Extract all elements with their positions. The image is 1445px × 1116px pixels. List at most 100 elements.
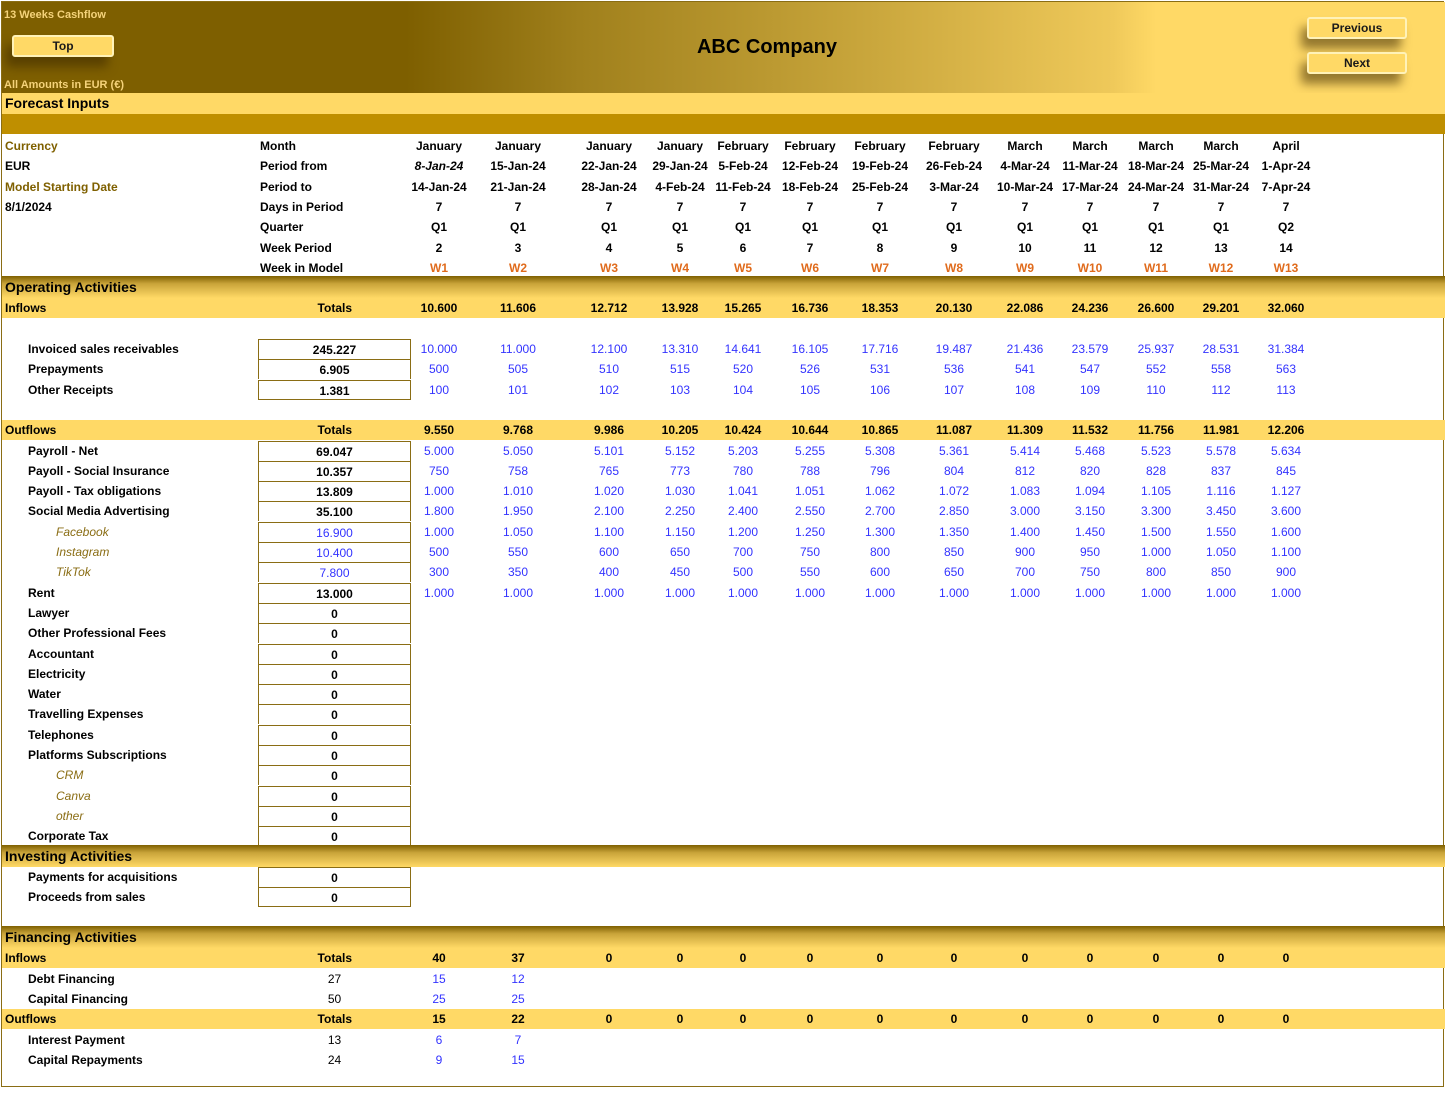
- input-value[interactable]: 800: [850, 542, 910, 562]
- input-value[interactable]: 9: [409, 1050, 469, 1070]
- input-value[interactable]: 5.203: [713, 441, 773, 461]
- input-value[interactable]: 1.450: [1060, 522, 1120, 542]
- input-value[interactable]: 1.950: [488, 501, 548, 521]
- input-value[interactable]: 2.550: [780, 501, 840, 521]
- input-value[interactable]: 1.350: [924, 522, 984, 542]
- input-value[interactable]: 1.000: [650, 583, 710, 603]
- input-value[interactable]: 526: [780, 359, 840, 379]
- input-value[interactable]: 796: [850, 461, 910, 481]
- input-value[interactable]: 107: [924, 380, 984, 400]
- input-value[interactable]: 400: [579, 562, 639, 582]
- input-value[interactable]: 5.101: [579, 441, 639, 461]
- input-value[interactable]: 7: [488, 1030, 548, 1050]
- input-value[interactable]: 5.255: [780, 441, 840, 461]
- input-value[interactable]: 515: [650, 359, 710, 379]
- input-value[interactable]: 1.000: [1126, 583, 1186, 603]
- input-value[interactable]: 1.000: [780, 583, 840, 603]
- input-value[interactable]: 700: [995, 562, 1055, 582]
- input-value[interactable]: 104: [713, 380, 773, 400]
- input-value[interactable]: 1.020: [579, 481, 639, 501]
- input-value[interactable]: 300: [409, 562, 469, 582]
- input-value[interactable]: 1.600: [1256, 522, 1316, 542]
- input-value[interactable]: 1.100: [1256, 542, 1316, 562]
- input-value[interactable]: 510: [579, 359, 639, 379]
- input-value[interactable]: 31.384: [1256, 339, 1316, 359]
- input-value[interactable]: 820: [1060, 461, 1120, 481]
- input-value[interactable]: 1.041: [713, 481, 773, 501]
- input-value[interactable]: 550: [780, 562, 840, 582]
- input-value[interactable]: 5.152: [650, 441, 710, 461]
- input-value[interactable]: 1.000: [409, 583, 469, 603]
- input-value[interactable]: 600: [579, 542, 639, 562]
- input-value[interactable]: 28.531: [1191, 339, 1251, 359]
- input-value[interactable]: 1.300: [850, 522, 910, 542]
- input-value[interactable]: 780: [713, 461, 773, 481]
- input-value[interactable]: 520: [713, 359, 773, 379]
- input-value[interactable]: 828: [1126, 461, 1186, 481]
- input-value[interactable]: 101: [488, 380, 548, 400]
- input-value[interactable]: 1.000: [409, 481, 469, 501]
- input-value[interactable]: 800: [1126, 562, 1186, 582]
- input-value[interactable]: 750: [409, 461, 469, 481]
- input-value[interactable]: 25.937: [1126, 339, 1186, 359]
- input-value[interactable]: 1.000: [579, 583, 639, 603]
- input-value[interactable]: 750: [1060, 562, 1120, 582]
- input-value[interactable]: 788: [780, 461, 840, 481]
- input-value[interactable]: 5.634: [1256, 441, 1316, 461]
- input-value[interactable]: 5.578: [1191, 441, 1251, 461]
- input-value[interactable]: 1.150: [650, 522, 710, 542]
- input-value[interactable]: 758: [488, 461, 548, 481]
- input-value[interactable]: 541: [995, 359, 1055, 379]
- input-value[interactable]: 109: [1060, 380, 1120, 400]
- input-value[interactable]: 550: [488, 542, 548, 562]
- input-value[interactable]: 17.716: [850, 339, 910, 359]
- input-value[interactable]: 850: [924, 542, 984, 562]
- input-value[interactable]: 650: [650, 542, 710, 562]
- input-value[interactable]: 1.250: [780, 522, 840, 542]
- input-value[interactable]: 650: [924, 562, 984, 582]
- input-value[interactable]: 110: [1126, 380, 1186, 400]
- input-value[interactable]: 102: [579, 380, 639, 400]
- input-value[interactable]: 5.308: [850, 441, 910, 461]
- input-value[interactable]: 850: [1191, 562, 1251, 582]
- input-value[interactable]: 3.450: [1191, 501, 1251, 521]
- input-value[interactable]: 1.200: [713, 522, 773, 542]
- input-value[interactable]: 103: [650, 380, 710, 400]
- input-value[interactable]: 558: [1191, 359, 1251, 379]
- input-value[interactable]: 5.414: [995, 441, 1055, 461]
- input-value[interactable]: 12: [488, 969, 548, 989]
- input-value[interactable]: 105: [780, 380, 840, 400]
- input-value[interactable]: 505: [488, 359, 548, 379]
- input-value[interactable]: 1.072: [924, 481, 984, 501]
- input-value[interactable]: 12.100: [579, 339, 639, 359]
- input-value[interactable]: 1.000: [713, 583, 773, 603]
- input-value[interactable]: 1.030: [650, 481, 710, 501]
- input-value[interactable]: 350: [488, 562, 548, 582]
- input-value[interactable]: 1.000: [850, 583, 910, 603]
- input-value[interactable]: 765: [579, 461, 639, 481]
- input-value[interactable]: 547: [1060, 359, 1120, 379]
- input-value[interactable]: 900: [995, 542, 1055, 562]
- input-value[interactable]: 2.850: [924, 501, 984, 521]
- input-value[interactable]: 1.100: [579, 522, 639, 542]
- input-value[interactable]: 812: [995, 461, 1055, 481]
- input-value[interactable]: 19.487: [924, 339, 984, 359]
- input-value[interactable]: 2.100: [579, 501, 639, 521]
- input-value[interactable]: 500: [713, 562, 773, 582]
- next-button[interactable]: Next: [1307, 52, 1407, 74]
- input-value[interactable]: 1.062: [850, 481, 910, 501]
- input-value[interactable]: 5.468: [1060, 441, 1120, 461]
- input-value[interactable]: 1.400: [995, 522, 1055, 542]
- input-value[interactable]: 5.361: [924, 441, 984, 461]
- input-value[interactable]: 2.250: [650, 501, 710, 521]
- input-value[interactable]: 950: [1060, 542, 1120, 562]
- input-value[interactable]: 112: [1191, 380, 1251, 400]
- input-value[interactable]: 14.641: [713, 339, 773, 359]
- input-value[interactable]: 837: [1191, 461, 1251, 481]
- input-value[interactable]: 773: [650, 461, 710, 481]
- input-value[interactable]: 845: [1256, 461, 1316, 481]
- input-value[interactable]: 1.116: [1191, 481, 1251, 501]
- input-value[interactable]: 531: [850, 359, 910, 379]
- input-value[interactable]: 1.000: [1126, 542, 1186, 562]
- input-value[interactable]: 15: [409, 969, 469, 989]
